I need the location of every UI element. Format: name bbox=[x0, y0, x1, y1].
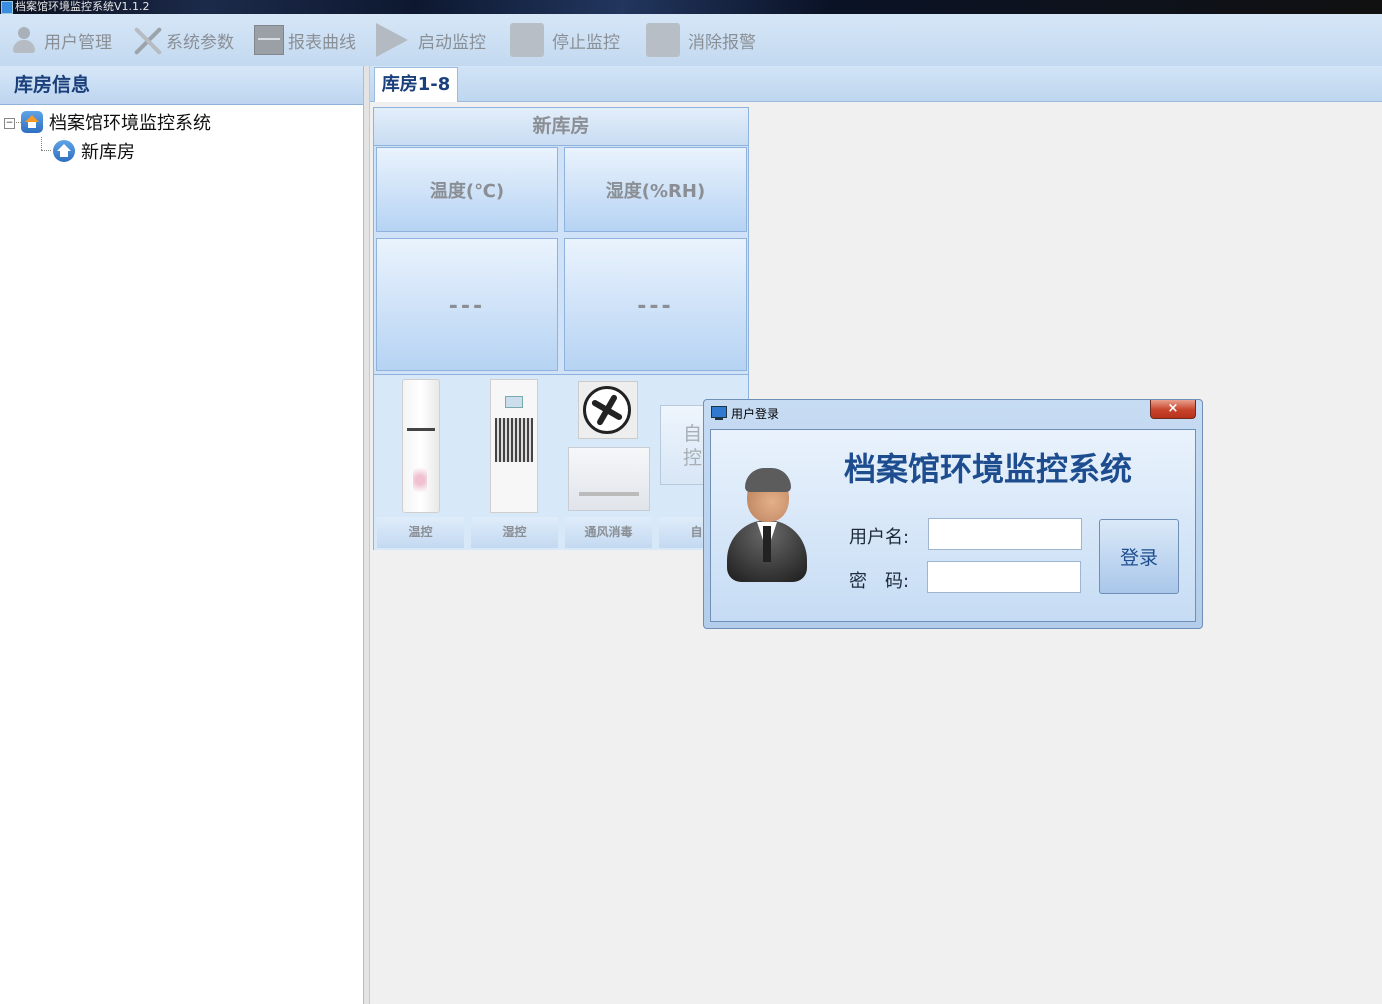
device-area: 自 控 温控 湿控 通风消毒 自动 bbox=[374, 374, 748, 550]
tools-icon bbox=[132, 25, 163, 56]
dialog-body: 档案馆环境监控系统 用户名: 密 码: 登录 bbox=[710, 429, 1196, 622]
device-label-humidity-control: 湿控 bbox=[471, 517, 558, 548]
clear-alarm-button[interactable]: 消除报警 bbox=[646, 14, 756, 66]
start-monitor-button[interactable]: 启动监控 bbox=[376, 14, 486, 66]
warehouse-info-panel: 库房信息 bbox=[0, 66, 364, 1004]
dialog-titlebar: 用户登录 × bbox=[704, 400, 1202, 426]
login-button[interactable]: 登录 bbox=[1099, 519, 1179, 594]
room-card: 新库房 温度(℃) 湿度(%RH) --- --- 自 控 温控 湿控 通风消毒… bbox=[373, 107, 749, 550]
device-label-temp-control: 温控 bbox=[377, 517, 464, 548]
tree-connector bbox=[41, 137, 43, 150]
report-curve-button[interactable]: 报表曲线 bbox=[254, 14, 356, 66]
toolbar-label: 启动监控 bbox=[418, 32, 486, 53]
login-dialog: 用户登录 × 档案馆环境监控系统 用户名: 密 码: 登录 bbox=[703, 399, 1203, 629]
dehumidifier-icon[interactable] bbox=[490, 379, 538, 513]
tree-node-label: 档案馆环境监控系统 bbox=[49, 113, 211, 134]
humidity-label: 湿度(%RH) bbox=[564, 147, 747, 232]
password-input[interactable] bbox=[927, 561, 1081, 593]
tab-warehouse-1-8[interactable]: 库房1-8 bbox=[374, 67, 458, 102]
window-titlebar: 档案馆环境监控系统V1.1.2 bbox=[0, 0, 1382, 14]
dialog-title: 用户登录 bbox=[731, 407, 780, 421]
clear-alarm-icon bbox=[646, 23, 680, 57]
stop-monitor-button[interactable]: 停止监控 bbox=[510, 14, 620, 66]
home-icon bbox=[21, 111, 43, 133]
stop-icon bbox=[510, 23, 544, 57]
app-icon bbox=[1, 1, 13, 14]
ventilation-fan-icon[interactable] bbox=[578, 381, 638, 439]
tree-connector bbox=[14, 122, 21, 124]
password-label: 密 码: bbox=[849, 571, 910, 592]
window-title: 档案馆环境监控系统V1.1.2 bbox=[15, 0, 150, 13]
tree-node-new-warehouse[interactable]: 新库房 bbox=[53, 138, 135, 164]
room-title: 新库房 bbox=[374, 108, 748, 146]
play-icon bbox=[376, 23, 408, 57]
toolbar-label: 系统参数 bbox=[166, 32, 234, 53]
system-params-button[interactable]: 系统参数 bbox=[132, 14, 234, 66]
username-input[interactable] bbox=[928, 518, 1082, 550]
close-button[interactable]: × bbox=[1150, 400, 1196, 419]
tab-strip: 库房1-8 bbox=[370, 66, 1382, 102]
username-label: 用户名: bbox=[849, 527, 910, 548]
user-avatar-icon bbox=[725, 468, 809, 582]
report-icon bbox=[254, 25, 284, 55]
home-icon bbox=[53, 140, 75, 162]
toolbar-label: 消除报警 bbox=[688, 32, 756, 53]
toolbar-label: 用户管理 bbox=[44, 32, 112, 53]
temperature-value: --- bbox=[376, 238, 558, 371]
main-toolbar: 用户管理 系统参数 报表曲线 启动监控 停止监控 消除报警 bbox=[0, 14, 1382, 67]
user-management-button[interactable]: 用户管理 bbox=[10, 14, 112, 66]
toolbar-label: 停止监控 bbox=[552, 32, 620, 53]
panel-header: 库房信息 bbox=[0, 66, 363, 105]
user-icon bbox=[10, 25, 40, 55]
monitor-icon bbox=[711, 406, 727, 420]
temperature-label: 温度(℃) bbox=[376, 147, 558, 232]
toolbar-label: 报表曲线 bbox=[288, 32, 356, 53]
air-conditioner-icon[interactable] bbox=[402, 379, 440, 513]
tree-node-root[interactable]: 档案馆环境监控系统 bbox=[21, 109, 211, 135]
disinfector-icon[interactable] bbox=[568, 447, 650, 511]
tree-node-label: 新库房 bbox=[81, 142, 135, 163]
dialog-heading: 档案馆环境监控系统 bbox=[844, 450, 1133, 488]
tree-connector bbox=[41, 150, 51, 152]
humidity-value: --- bbox=[564, 238, 747, 371]
device-label-ventilation: 通风消毒 bbox=[565, 517, 652, 548]
